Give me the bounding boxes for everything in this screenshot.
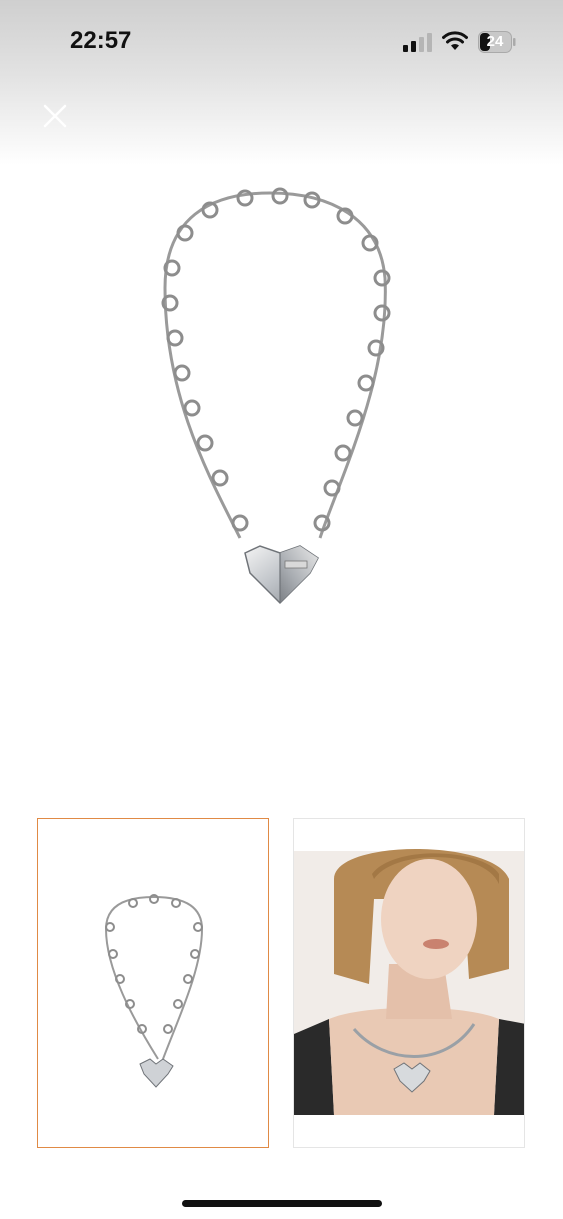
thumbnail-model[interactable] <box>293 818 525 1148</box>
thumbnail-product-image <box>104 894 204 1088</box>
home-indicator[interactable] <box>182 1200 382 1207</box>
cellular-signal-icon <box>403 33 432 52</box>
status-bar: 22:57 24 <box>0 0 563 80</box>
close-icon[interactable] <box>38 99 72 133</box>
battery-level: 24 <box>486 33 504 50</box>
status-time: 22:57 <box>70 27 132 54</box>
main-product-image <box>161 187 391 605</box>
thumbnail-product[interactable] <box>37 818 269 1148</box>
thumbnail-model-image <box>294 819 524 1147</box>
wifi-icon <box>442 31 468 50</box>
